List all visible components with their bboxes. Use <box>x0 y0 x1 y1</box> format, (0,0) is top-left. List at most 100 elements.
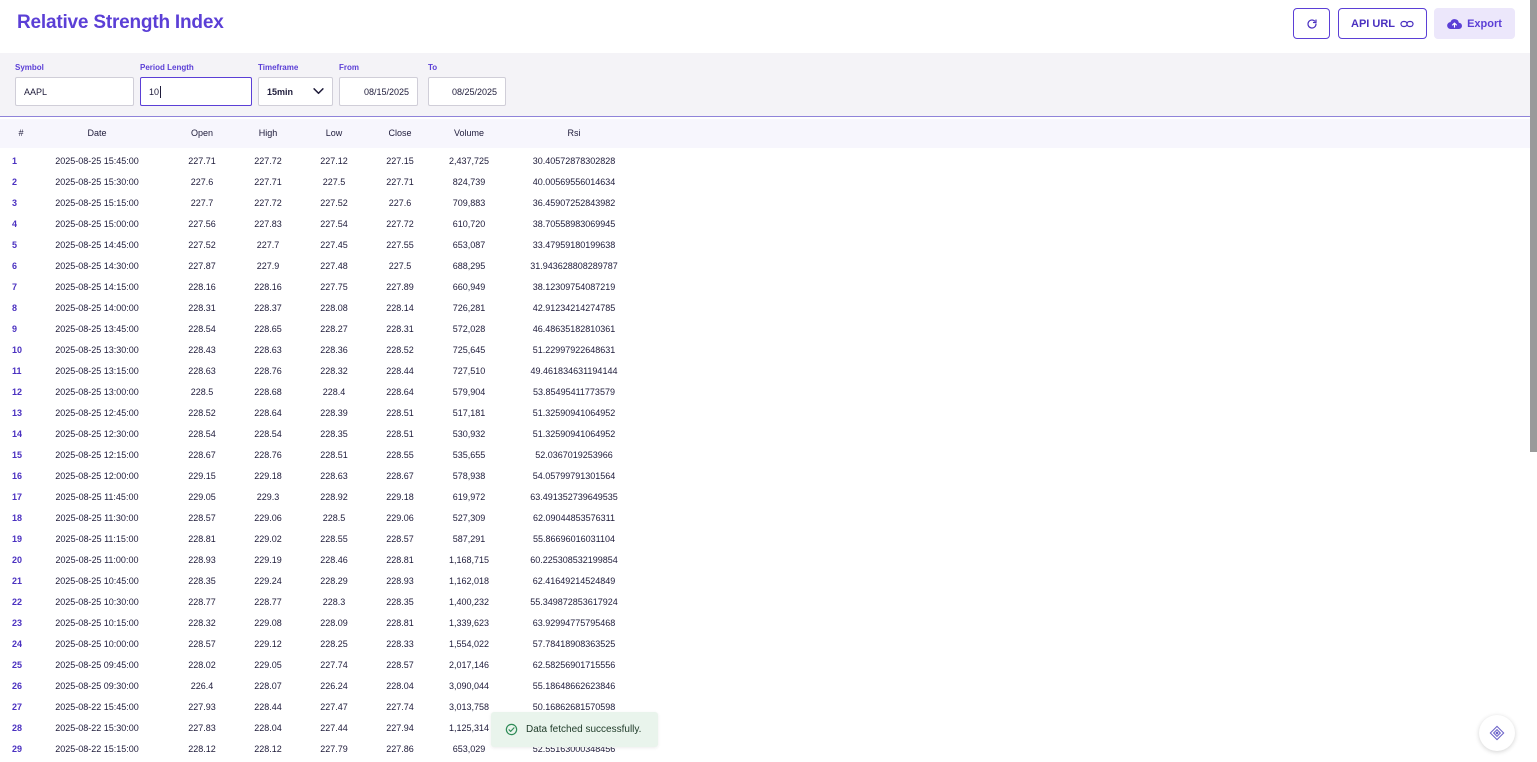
table-row[interactable]: 9 2025-08-25 13:45:00 228.54 228.65 228.27 22… <box>0 319 1530 340</box>
assistant-icon <box>1489 725 1505 741</box>
period-length-input[interactable]: 10 <box>140 77 252 106</box>
cell-date: 2025-08-25 11:45:00 <box>55 492 139 502</box>
timeframe-label: Timeframe <box>258 63 299 72</box>
cell-low: 227.54 <box>320 219 348 229</box>
cell-low: 228.09 <box>320 618 348 628</box>
table-row[interactable]: 26 2025-08-25 09:30:00 226.4 228.07 226.24 22… <box>0 676 1530 697</box>
table-row[interactable]: 22 2025-08-25 10:30:00 228.77 228.77 228.3 22… <box>0 592 1530 613</box>
to-date-input[interactable]: 08/25/2025 <box>428 77 506 106</box>
table-row[interactable]: 17 2025-08-25 11:45:00 229.05 229.3 228.92 22… <box>0 487 1530 508</box>
cell-high: 229.18 <box>254 471 282 481</box>
timeframe-select[interactable]: 15min <box>258 77 333 106</box>
table-row[interactable]: 10 2025-08-25 13:30:00 228.43 228.63 228.36 2… <box>0 340 1530 361</box>
cell-high: 229.02 <box>254 534 282 544</box>
cell-high: 228.44 <box>254 702 282 712</box>
vertical-scrollbar[interactable] <box>1530 0 1537 452</box>
column-header-low[interactable]: Low <box>326 128 343 138</box>
to-date-label: To <box>428 63 438 72</box>
cell-close: 228.57 <box>386 660 414 670</box>
column-header-high[interactable]: High <box>259 128 278 138</box>
table-row[interactable]: 29 2025-08-22 15:15:00 228.12 228.12 227.79 2… <box>0 739 1530 760</box>
cell-open: 227.6 <box>190 177 214 187</box>
table-row[interactable]: 18 2025-08-25 11:30:00 228.57 229.06 228.5 22… <box>0 508 1530 529</box>
table-row[interactable]: 3 2025-08-25 15:15:00 227.7 227.72 227.52 227… <box>0 193 1530 214</box>
to-date-field: To 08/25/2025 <box>428 63 506 106</box>
table-row[interactable]: 12 2025-08-25 13:00:00 228.5 228.68 228.4 228… <box>0 382 1530 403</box>
api-url-label: API URL <box>1351 17 1395 30</box>
row-index: 12 <box>12 387 23 397</box>
column-header-close[interactable]: Close <box>388 128 411 138</box>
cell-high: 229.08 <box>254 618 282 628</box>
symbol-input[interactable]: AAPL <box>15 77 134 106</box>
cell-date: 2025-08-25 15:30:00 <box>55 177 139 187</box>
cell-date: 2025-08-25 10:30:00 <box>55 597 139 607</box>
cell-open: 228.5 <box>190 387 214 397</box>
table-row[interactable]: 16 2025-08-25 12:00:00 229.15 229.18 228.63 2… <box>0 466 1530 487</box>
cell-volume: 1,162,018 <box>448 576 490 586</box>
cell-low: 227.74 <box>320 660 348 670</box>
period-length-value: 10 <box>149 86 160 97</box>
cell-low: 228.4 <box>322 387 346 397</box>
table-row[interactable]: 24 2025-08-25 10:00:00 228.57 229.12 228.25 2… <box>0 634 1530 655</box>
table-row[interactable]: 11 2025-08-25 13:15:00 228.63 228.76 228.32 2… <box>0 361 1530 382</box>
table-row[interactable]: 27 2025-08-22 15:45:00 227.93 228.44 227.47 2… <box>0 697 1530 718</box>
cell-high: 229.06 <box>254 513 282 523</box>
cell-close: 227.5 <box>388 261 412 271</box>
column-header-volume[interactable]: Volume <box>454 128 484 138</box>
cell-volume: 535,655 <box>452 450 486 460</box>
chevron-down-icon <box>313 88 324 95</box>
cell-high: 228.76 <box>254 366 282 376</box>
row-index: 2 <box>12 177 18 187</box>
table-row[interactable]: 1 2025-08-25 15:45:00 227.71 227.72 227.12 22… <box>0 151 1530 172</box>
row-index: 21 <box>12 576 23 586</box>
filter-bar: Symbol AAPL Period Length 10 Timeframe 1… <box>0 53 1530 117</box>
cell-rsi: 62.09044853576311 <box>533 513 615 523</box>
table-row[interactable]: 19 2025-08-25 11:15:00 228.81 229.02 228.55 2… <box>0 529 1530 550</box>
column-header-index[interactable]: # <box>18 128 23 138</box>
table-header: # Date Open High Low Close Volume Rsi <box>0 119 1530 148</box>
table-row[interactable]: 15 2025-08-25 12:15:00 228.67 228.76 228.51 2… <box>0 445 1530 466</box>
cell-close: 228.31 <box>386 324 414 334</box>
table-row[interactable]: 5 2025-08-25 14:45:00 227.52 227.7 227.45 227… <box>0 235 1530 256</box>
cell-volume: 3,013,758 <box>448 702 490 712</box>
cell-rsi: 62.58256901715556 <box>532 660 616 670</box>
cell-rsi: 38.70558983069945 <box>532 219 616 229</box>
assistant-fab-button[interactable] <box>1479 715 1515 751</box>
table-row[interactable]: 13 2025-08-25 12:45:00 228.52 228.64 228.39 2… <box>0 403 1530 424</box>
from-date-value: 08/15/2025 <box>363 86 409 97</box>
cell-low: 228.25 <box>320 639 348 649</box>
table-row[interactable]: 23 2025-08-25 10:15:00 228.32 229.08 228.09 2… <box>0 613 1530 634</box>
cell-date: 2025-08-25 12:45:00 <box>55 408 139 418</box>
cell-date: 2025-08-25 10:15:00 <box>55 618 139 628</box>
cell-rsi: 55.86696016031104 <box>533 534 615 544</box>
cell-open: 228.43 <box>188 345 216 355</box>
table-row[interactable]: 14 2025-08-25 12:30:00 228.54 228.54 228.35 2… <box>0 424 1530 445</box>
table-row[interactable]: 28 2025-08-22 15:30:00 227.83 228.04 227.44 2… <box>0 718 1530 739</box>
cell-close: 227.94 <box>386 723 414 733</box>
table-row[interactable]: 6 2025-08-25 14:30:00 227.87 227.9 227.48 227… <box>0 256 1530 277</box>
cell-open: 227.87 <box>188 261 216 271</box>
export-button[interactable]: Export <box>1434 8 1515 39</box>
column-header-rsi[interactable]: Rsi <box>568 128 581 138</box>
cell-open: 228.35 <box>188 576 216 586</box>
cell-close: 227.86 <box>386 744 414 754</box>
column-header-open[interactable]: Open <box>191 128 213 138</box>
table-row[interactable]: 4 2025-08-25 15:00:00 227.56 227.83 227.54 22… <box>0 214 1530 235</box>
refresh-button[interactable] <box>1293 8 1330 39</box>
from-date-input[interactable]: 08/15/2025 <box>339 77 418 106</box>
timeframe-field: Timeframe 15min <box>258 63 333 106</box>
api-url-button[interactable]: API URL <box>1338 8 1427 39</box>
table-row[interactable]: 25 2025-08-25 09:45:00 228.02 229.05 227.74 2… <box>0 655 1530 676</box>
table-body: 1 2025-08-25 15:45:00 227.71 227.72 227.12 22… <box>0 151 1530 760</box>
row-index: 6 <box>12 261 18 271</box>
cell-close: 228.44 <box>386 366 414 376</box>
cell-date: 2025-08-25 11:00:00 <box>55 555 139 565</box>
cell-low: 228.39 <box>320 408 348 418</box>
table-row[interactable]: 21 2025-08-25 10:45:00 228.35 229.24 228.29 2… <box>0 571 1530 592</box>
column-header-date[interactable]: Date <box>87 128 106 138</box>
table-row[interactable]: 20 2025-08-25 11:00:00 228.93 229.19 228.46 2… <box>0 550 1530 571</box>
table-row[interactable]: 7 2025-08-25 14:15:00 228.16 228.16 227.75 22… <box>0 277 1530 298</box>
table-row[interactable]: 2 2025-08-25 15:30:00 227.6 227.71 227.5 227.… <box>0 172 1530 193</box>
table-row[interactable]: 8 2025-08-25 14:00:00 228.31 228.37 228.08 22… <box>0 298 1530 319</box>
cell-high: 229.24 <box>254 576 282 586</box>
